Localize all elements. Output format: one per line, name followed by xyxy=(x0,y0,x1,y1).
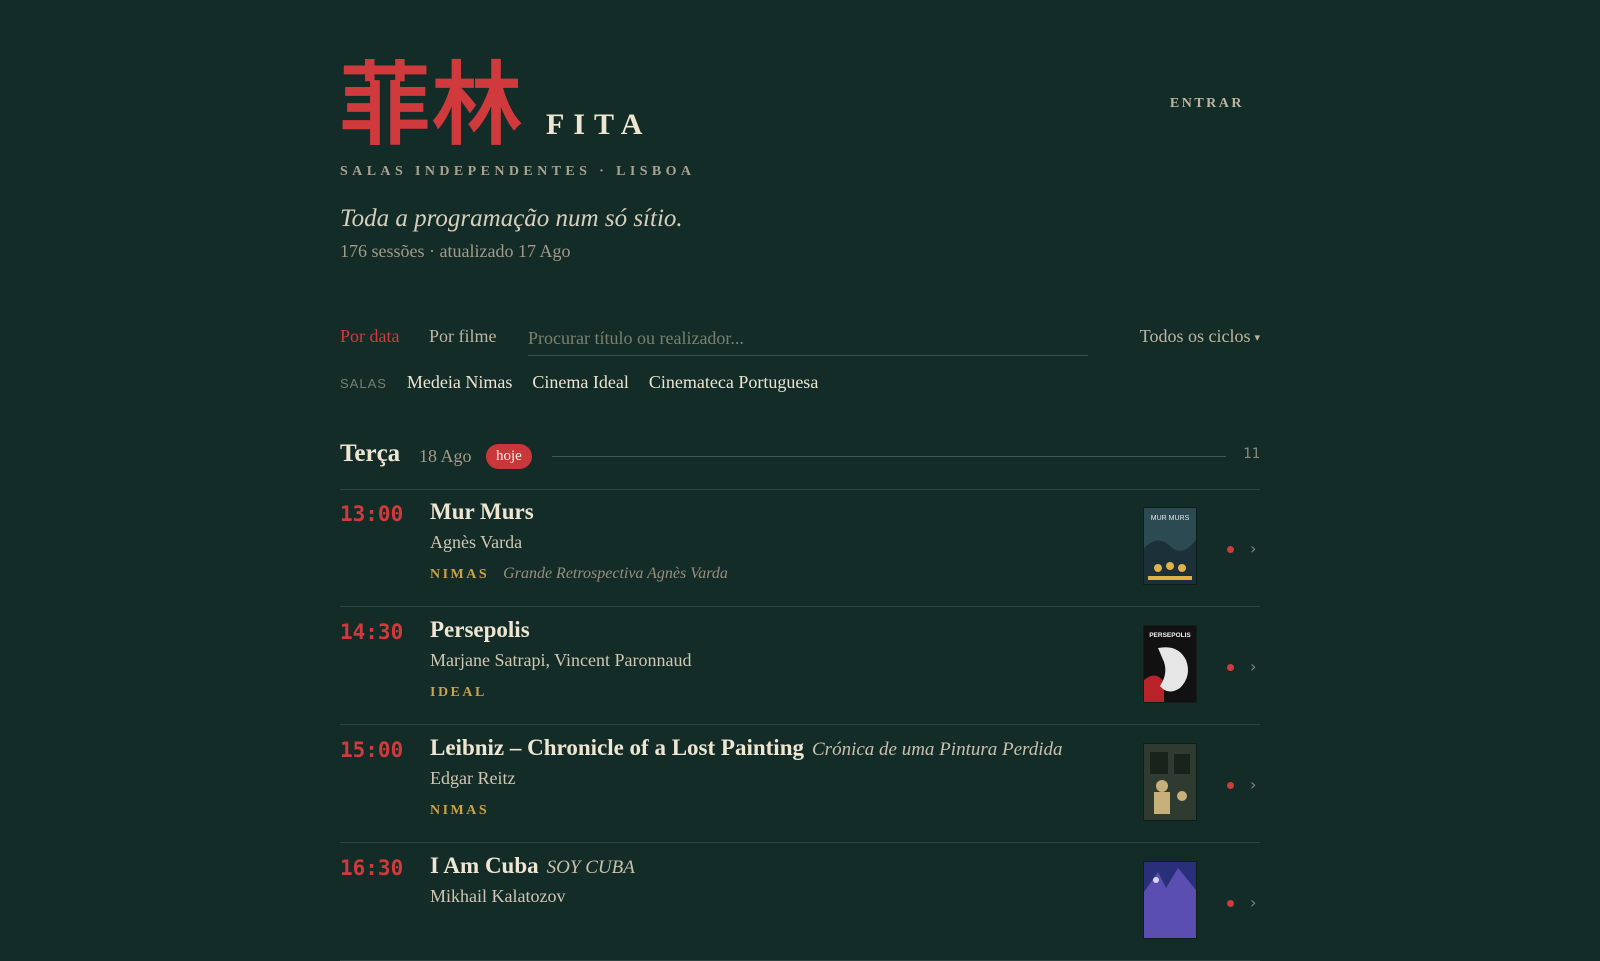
film-title: I Am Cuba xyxy=(430,853,539,878)
logo-row: 菲林 FITA xyxy=(340,60,651,152)
day-header: Terça 18 Ago hoje 11 xyxy=(340,440,1260,476)
title-line: I Am Cuba SOY CUBA xyxy=(430,853,635,879)
day-divider xyxy=(552,456,1226,457)
cycles-label: Todos os ciclos xyxy=(1139,326,1251,346)
brand-logo[interactable]: 菲林 FITA xyxy=(340,60,651,152)
film-poster: MUR MURS xyxy=(1144,508,1196,584)
session-row[interactable]: 16:30 I Am Cuba SOY CUBA Mikhail Kalatozo… xyxy=(340,844,1260,961)
rooms-filter: SALAS Medeia Nimas Cinema Ideal Cinemate… xyxy=(340,372,838,393)
session-time: 14:30 xyxy=(340,620,404,644)
chevron-right-icon[interactable]: › xyxy=(1250,657,1256,676)
status-dot-icon xyxy=(1227,546,1234,553)
film-poster: PERSEPOLIS xyxy=(1144,626,1196,702)
cycles-dropdown[interactable]: Todos os ciclos ▾ xyxy=(1140,326,1260,347)
room-medeia-nimas[interactable]: Medeia Nimas xyxy=(407,372,512,393)
chevron-right-icon[interactable]: › xyxy=(1250,893,1256,912)
caret-down-icon: ▾ xyxy=(1254,332,1260,344)
session-time: 16:30 xyxy=(340,856,404,880)
venue-line: NIMAS Grande Retrospectiva Agnès Varda xyxy=(430,563,728,583)
poster-art: MUR MURS xyxy=(1144,508,1196,584)
session-row[interactable]: 13:00 Mur Murs Agnès Varda NIMAS Grande R… xyxy=(340,490,1260,607)
day-date: 18 Ago xyxy=(419,446,472,466)
chevron-right-icon[interactable]: › xyxy=(1250,539,1256,558)
cycle-name: Grande Retrospectiva Agnès Varda xyxy=(503,565,728,582)
login-link[interactable]: ENTRAR xyxy=(1170,96,1244,112)
room-cinemateca[interactable]: Cinemateca Portuguesa xyxy=(649,372,818,393)
status-dot-icon xyxy=(1227,782,1234,789)
poster-text: PERSEPOLIS xyxy=(1149,632,1191,639)
film-director: Marjane Satrapi, Vincent Paronnaud xyxy=(430,650,692,670)
film-title: Persepolis xyxy=(430,617,530,642)
session-row[interactable]: 14:30 Persepolis Marjane Satrapi, Vincen… xyxy=(340,608,1260,725)
filter-bar: Por data Por filme Todos os ciclos▾ xyxy=(340,322,1260,358)
rooms-label: SALAS xyxy=(340,376,387,391)
film-title: Mur Murs xyxy=(430,499,534,524)
venue-tag: IDEAL xyxy=(430,685,487,700)
page: 菲林 FITA SALAS INDEPENDENTES · LISBOA ENT… xyxy=(340,0,1260,961)
logo-wordmark: FITA xyxy=(546,108,652,141)
logo-cjk: 菲林 xyxy=(340,53,524,158)
poster-art xyxy=(1144,744,1196,820)
film-alt-title: SOY CUBA xyxy=(546,857,635,878)
poster-art: PERSEPOLIS xyxy=(1144,626,1196,702)
poster-text: MUR MURS xyxy=(1151,515,1190,522)
title-line: Mur Murs xyxy=(430,499,542,525)
session-meta: 176 sessões · atualizado 17 Ago xyxy=(340,241,571,261)
film-poster xyxy=(1144,862,1196,938)
tab-by-film[interactable]: Por filme xyxy=(429,326,497,347)
venue-line: NIMAS xyxy=(430,799,503,819)
day-session-count: 11 xyxy=(1243,446,1260,462)
session-time: 13:00 xyxy=(340,502,404,526)
tagline: Toda a programação num só sítio. xyxy=(340,205,683,232)
room-cinema-ideal[interactable]: Cinema Ideal xyxy=(532,372,628,393)
venue-line xyxy=(430,917,444,937)
chevron-right-icon[interactable]: › xyxy=(1250,775,1256,794)
status-dot-icon xyxy=(1227,664,1234,671)
venue-tag: NIMAS xyxy=(430,567,490,582)
title-line: Persepolis xyxy=(430,617,538,643)
venue-line: IDEAL xyxy=(430,681,501,701)
today-badge: hoje xyxy=(486,444,532,469)
title-line: Leibniz – Chronicle of a Lost Painting Cr… xyxy=(430,735,1063,761)
site-subtitle: SALAS INDEPENDENTES · LISBOA xyxy=(340,164,696,179)
film-alt-title: Crónica de uma Pintura Perdida xyxy=(812,739,1063,760)
search-input[interactable] xyxy=(528,322,1088,356)
film-director: Agnès Varda xyxy=(430,532,523,552)
day-name: Terça xyxy=(340,440,401,467)
status-dot-icon xyxy=(1227,900,1234,907)
film-director: Mikhail Kalatozov xyxy=(430,886,566,906)
poster-art xyxy=(1144,862,1196,938)
venue-tag: NIMAS xyxy=(430,803,490,818)
film-title: Leibniz – Chronicle of a Lost Painting xyxy=(430,735,804,760)
session-time: 15:00 xyxy=(340,738,404,762)
film-director: Edgar Reitz xyxy=(430,768,516,788)
tab-by-date[interactable]: Por data xyxy=(340,326,399,347)
film-poster xyxy=(1144,744,1196,820)
session-row[interactable]: 15:00 Leibniz – Chronicle of a Lost Pain… xyxy=(340,726,1260,843)
